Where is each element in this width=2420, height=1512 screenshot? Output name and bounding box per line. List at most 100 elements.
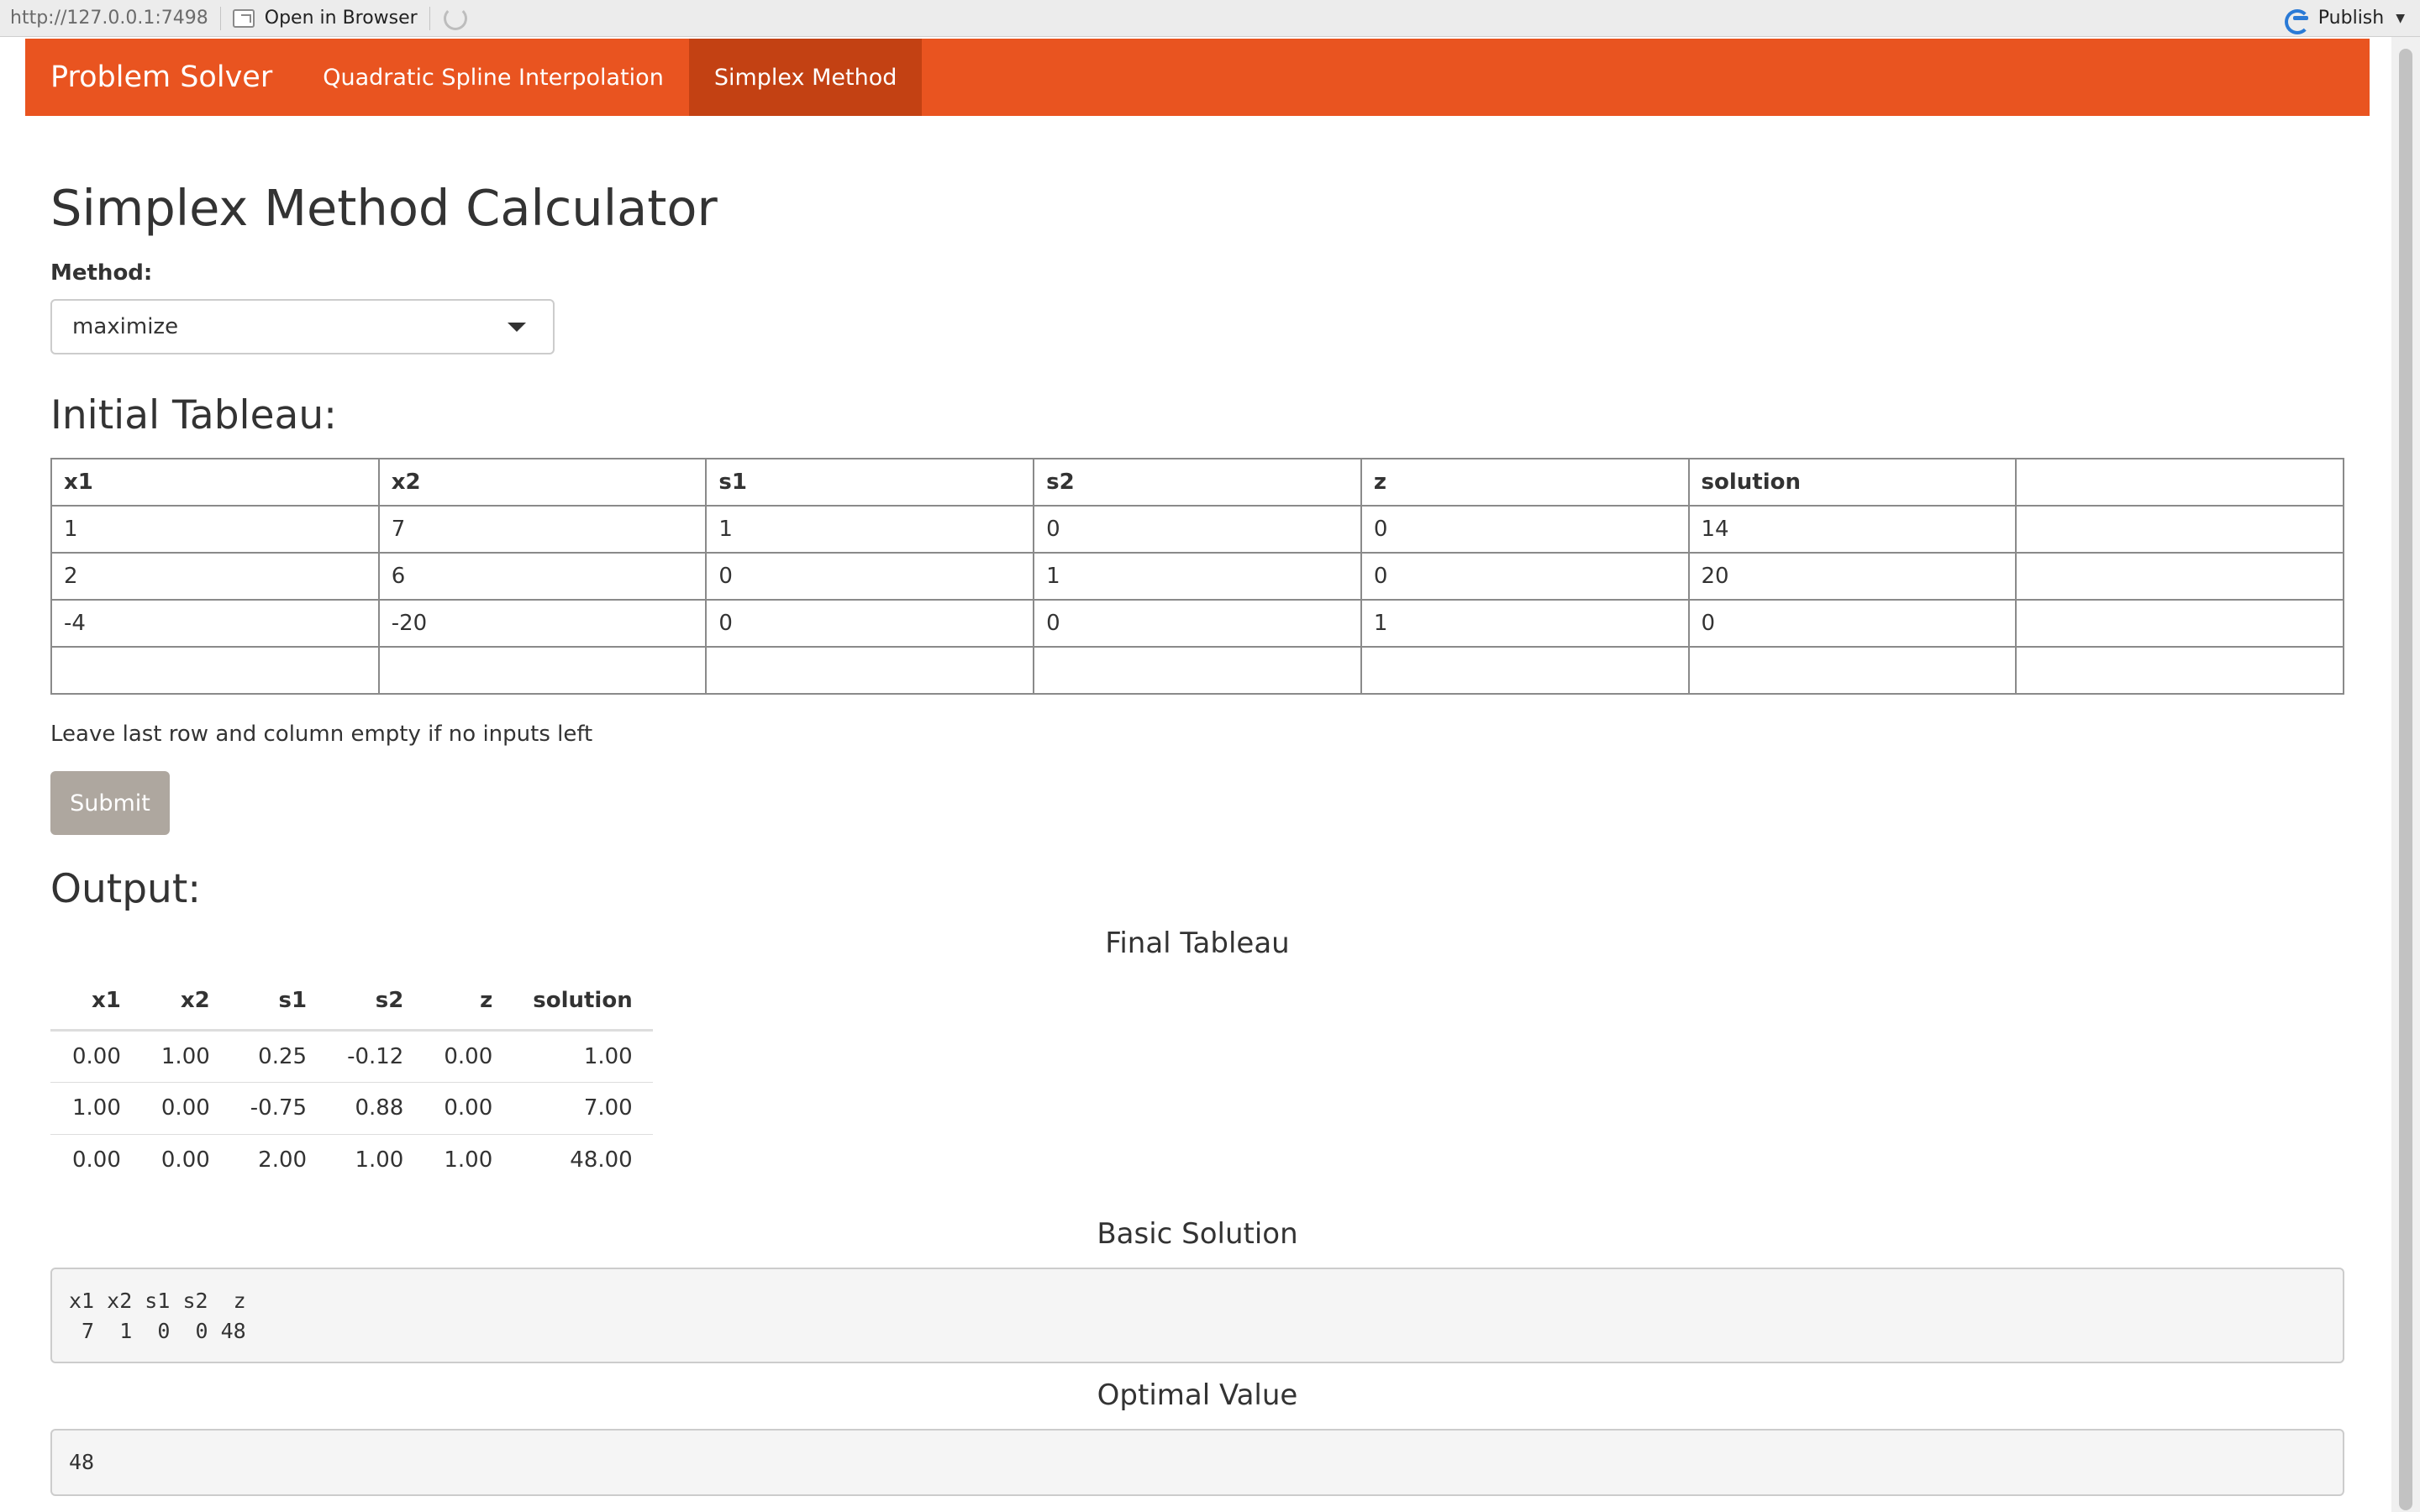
table-cell: 1.00: [424, 1133, 513, 1186]
open-in-browser-button[interactable]: Open in Browser: [232, 8, 418, 29]
tab-simplex-method[interactable]: Simplex Method: [688, 39, 923, 116]
grid-header-cell[interactable]: x1: [50, 458, 380, 507]
open-in-browser-label: Open in Browser: [264, 8, 418, 29]
grid-cell[interactable]: 2: [50, 552, 380, 601]
method-select-value: maximize: [72, 314, 179, 339]
open-external-icon: [232, 8, 255, 28]
table-header-row: x1 x2 s1 s2 z solution: [50, 973, 653, 1032]
grid-header-row: x1 x2 s1 s2 z solution: [50, 458, 2344, 507]
grid-cell[interactable]: [1360, 646, 1690, 695]
column-header: solution: [513, 973, 653, 1032]
output-heading: Output:: [50, 866, 202, 912]
grid-cell[interactable]: 0: [1033, 505, 1362, 554]
grid-cell[interactable]: 14: [1687, 505, 2018, 554]
method-select[interactable]: maximize: [50, 299, 555, 354]
final-tableau-table: x1 x2 s1 s2 z solution 0.00 1.00 0.25 -0…: [50, 973, 653, 1186]
grid-cell[interactable]: [2015, 646, 2344, 695]
final-tableau-title: Final Tableau: [1105, 927, 1290, 960]
tab-quadratic-spline[interactable]: Quadratic Spline Interpolation: [297, 39, 689, 116]
grid-row: -4 -20 0 0 1 0: [50, 599, 2344, 648]
column-header: s2: [327, 973, 424, 1032]
grid-header-cell[interactable]: z: [1360, 458, 1690, 507]
optimal-value-output: 48: [50, 1429, 2344, 1496]
page-title: Simplex Method Calculator: [50, 179, 718, 237]
grid-cell[interactable]: [1033, 646, 1362, 695]
chevron-down-icon[interactable]: ▼: [2396, 12, 2405, 25]
grid-cell[interactable]: 0: [705, 599, 1035, 648]
table-row: 1.00 0.00 -0.75 0.88 0.00 7.00: [50, 1081, 653, 1134]
table-cell: 0.25: [258, 1043, 308, 1069]
grid-row: 2 6 0 1 0 20: [50, 552, 2344, 601]
grid-cell[interactable]: 1: [1360, 599, 1690, 648]
table-cell: 7.00: [513, 1081, 653, 1134]
grid-header-cell[interactable]: s2: [1033, 458, 1362, 507]
method-label: Method:: [50, 260, 153, 286]
grid-cell[interactable]: -4: [50, 599, 380, 648]
grid-cell[interactable]: 7: [377, 505, 708, 554]
grid-row: [50, 646, 2344, 695]
grid-cell[interactable]: 0: [1687, 599, 2018, 648]
table-cell: 1.00: [160, 1043, 210, 1069]
table-cell: 0.00: [50, 1133, 141, 1186]
table-cell: 1.00: [327, 1133, 424, 1186]
table-cell: -0.75: [229, 1081, 328, 1134]
table-cell: 48.00: [513, 1133, 653, 1186]
grid-cell[interactable]: [2015, 599, 2344, 648]
column-header: x1: [50, 973, 141, 1032]
grid-header-cell[interactable]: s1: [705, 458, 1035, 507]
grid-cell[interactable]: -20: [377, 599, 708, 648]
navbar-brand[interactable]: Problem Solver: [25, 39, 297, 116]
grid-cell[interactable]: 0: [1360, 552, 1690, 601]
grid-cell[interactable]: [1687, 646, 2018, 695]
grid-cell[interactable]: 20: [1687, 552, 2018, 601]
basic-solution-output: x1 x2 s1 s2 z 7 1 0 0 48: [50, 1268, 2344, 1363]
basic-solution-title: Basic Solution: [1097, 1217, 1298, 1251]
table-cell: 0.00: [444, 1043, 493, 1069]
column-header: x2: [140, 973, 230, 1032]
viewer-toolbar: http://127.0.0.1:7498 Open in Browser Pu…: [0, 0, 2420, 37]
table-cell: 0.00: [72, 1043, 121, 1069]
scrollbar-thumb[interactable]: [2399, 49, 2412, 1510]
submit-button[interactable]: Submit: [50, 771, 170, 835]
table-cell: 0.00: [140, 1133, 230, 1186]
grid-cell[interactable]: 6: [377, 552, 708, 601]
app-navbar: Problem Solver Quadratic Spline Interpol…: [25, 39, 2370, 116]
publish-icon: [2283, 8, 2310, 34]
grid-header-cell[interactable]: solution: [1687, 458, 2018, 507]
table-cell: 0.00: [424, 1081, 513, 1134]
publish-label: Publish: [2317, 8, 2385, 29]
table-cell: -0.12: [347, 1043, 404, 1069]
column-header: z: [424, 973, 513, 1032]
initial-tableau-grid: x1 x2 s1 s2 z solution 1 7 1 0 0 14 2 6 …: [50, 458, 2344, 695]
viewer-url: http://127.0.0.1:7498: [10, 8, 208, 29]
grid-cell[interactable]: [50, 646, 380, 695]
vertical-scrollbar[interactable]: [2391, 37, 2420, 1512]
grid-cell[interactable]: 0: [705, 552, 1035, 601]
toolbar-divider: [429, 6, 430, 30]
refresh-icon[interactable]: [443, 6, 467, 30]
toolbar-divider: [219, 6, 221, 30]
grid-cell[interactable]: 1: [1033, 552, 1362, 601]
grid-cell[interactable]: [2015, 505, 2344, 554]
grid-header-cell[interactable]: x2: [377, 458, 708, 507]
table-cell: 0.88: [327, 1081, 424, 1134]
grid-cell[interactable]: [2015, 552, 2344, 601]
grid-cell[interactable]: [705, 646, 1035, 695]
grid-row: 1 7 1 0 0 14: [50, 505, 2344, 554]
column-header: s1: [229, 973, 328, 1032]
grid-cell[interactable]: [377, 646, 708, 695]
grid-cell[interactable]: 0: [1360, 505, 1690, 554]
table-cell: 0.00: [140, 1081, 230, 1134]
grid-header-cell[interactable]: [2015, 458, 2344, 507]
grid-cell[interactable]: 0: [1033, 599, 1362, 648]
caret-down-icon: [508, 323, 526, 332]
optimal-value-title: Optimal Value: [1097, 1378, 1298, 1412]
table-cell: 2.00: [229, 1133, 328, 1186]
initial-tableau-heading: Initial Tableau:: [50, 392, 337, 438]
table-cell: 1.00: [583, 1043, 633, 1069]
grid-cell[interactable]: 1: [705, 505, 1035, 554]
table-row: 0.00 0.00 2.00 1.00 1.00 48.00: [50, 1133, 653, 1186]
tableau-hint: Leave last row and column empty if no in…: [50, 722, 593, 747]
publish-button[interactable]: Publish ▼: [2283, 8, 2405, 34]
grid-cell[interactable]: 1: [50, 505, 380, 554]
